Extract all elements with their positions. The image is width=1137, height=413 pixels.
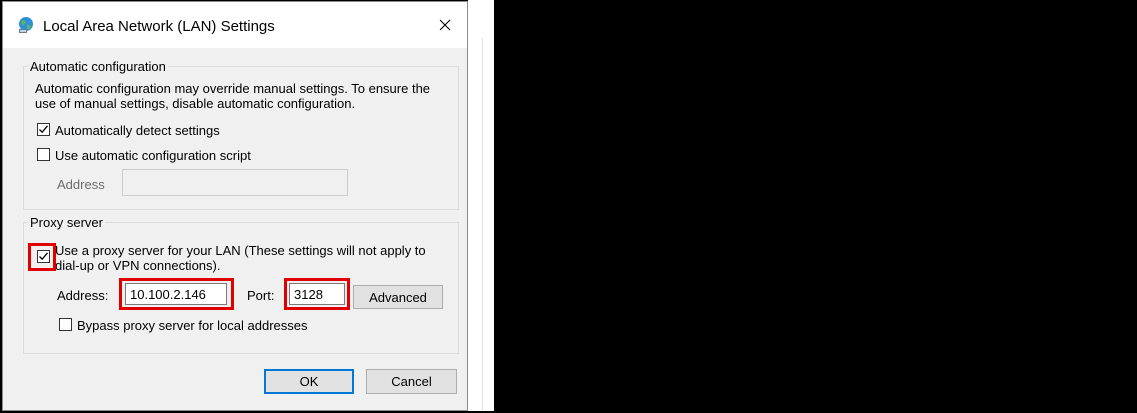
window-title: Local Area Network (LAN) Settings (43, 18, 275, 35)
checkmark-icon (39, 252, 49, 261)
title-bar: Local Area Network (LAN) Settings (3, 2, 467, 48)
ok-button[interactable]: OK (264, 369, 354, 394)
script-address-input[interactable] (122, 169, 348, 196)
proxy-address-label: Address: (57, 288, 109, 303)
checkmark-icon (39, 125, 49, 134)
background-window-edge (468, 0, 494, 411)
proxy-server-legend: Proxy server (28, 215, 105, 230)
use-proxy-checkbox[interactable] (37, 250, 50, 263)
advanced-button[interactable]: Advanced (353, 285, 443, 309)
use-proxy-label-line1[interactable]: Use a proxy server for your LAN (These s… (55, 243, 426, 258)
script-address-label: Address (57, 177, 105, 192)
globe-network-icon (19, 17, 33, 33)
auto-config-script-checkbox[interactable] (37, 148, 50, 161)
cancel-button[interactable]: Cancel (366, 369, 457, 394)
auto-config-description-line1: Automatic configuration may override man… (35, 81, 431, 96)
use-proxy-label-line2[interactable]: dial-up or VPN connections). (55, 258, 220, 273)
lan-settings-dialog: Local Area Network (LAN) Settings Automa… (2, 1, 468, 411)
auto-detect-label[interactable]: Automatically detect settings (55, 123, 220, 138)
bypass-local-checkbox[interactable] (59, 318, 72, 331)
close-button[interactable] (427, 10, 463, 40)
proxy-port-input[interactable] (289, 283, 345, 305)
background-divider (482, 38, 483, 411)
close-icon (439, 19, 451, 31)
proxy-address-input[interactable] (125, 283, 227, 305)
auto-config-description-line2: use of manual settings, disable automati… (35, 96, 356, 111)
proxy-port-label: Port: (247, 288, 275, 303)
auto-config-legend: Automatic configuration (28, 59, 168, 74)
auto-detect-checkbox[interactable] (37, 123, 50, 136)
bypass-local-label[interactable]: Bypass proxy server for local addresses (77, 318, 307, 333)
auto-config-script-label[interactable]: Use automatic configuration script (55, 148, 251, 163)
